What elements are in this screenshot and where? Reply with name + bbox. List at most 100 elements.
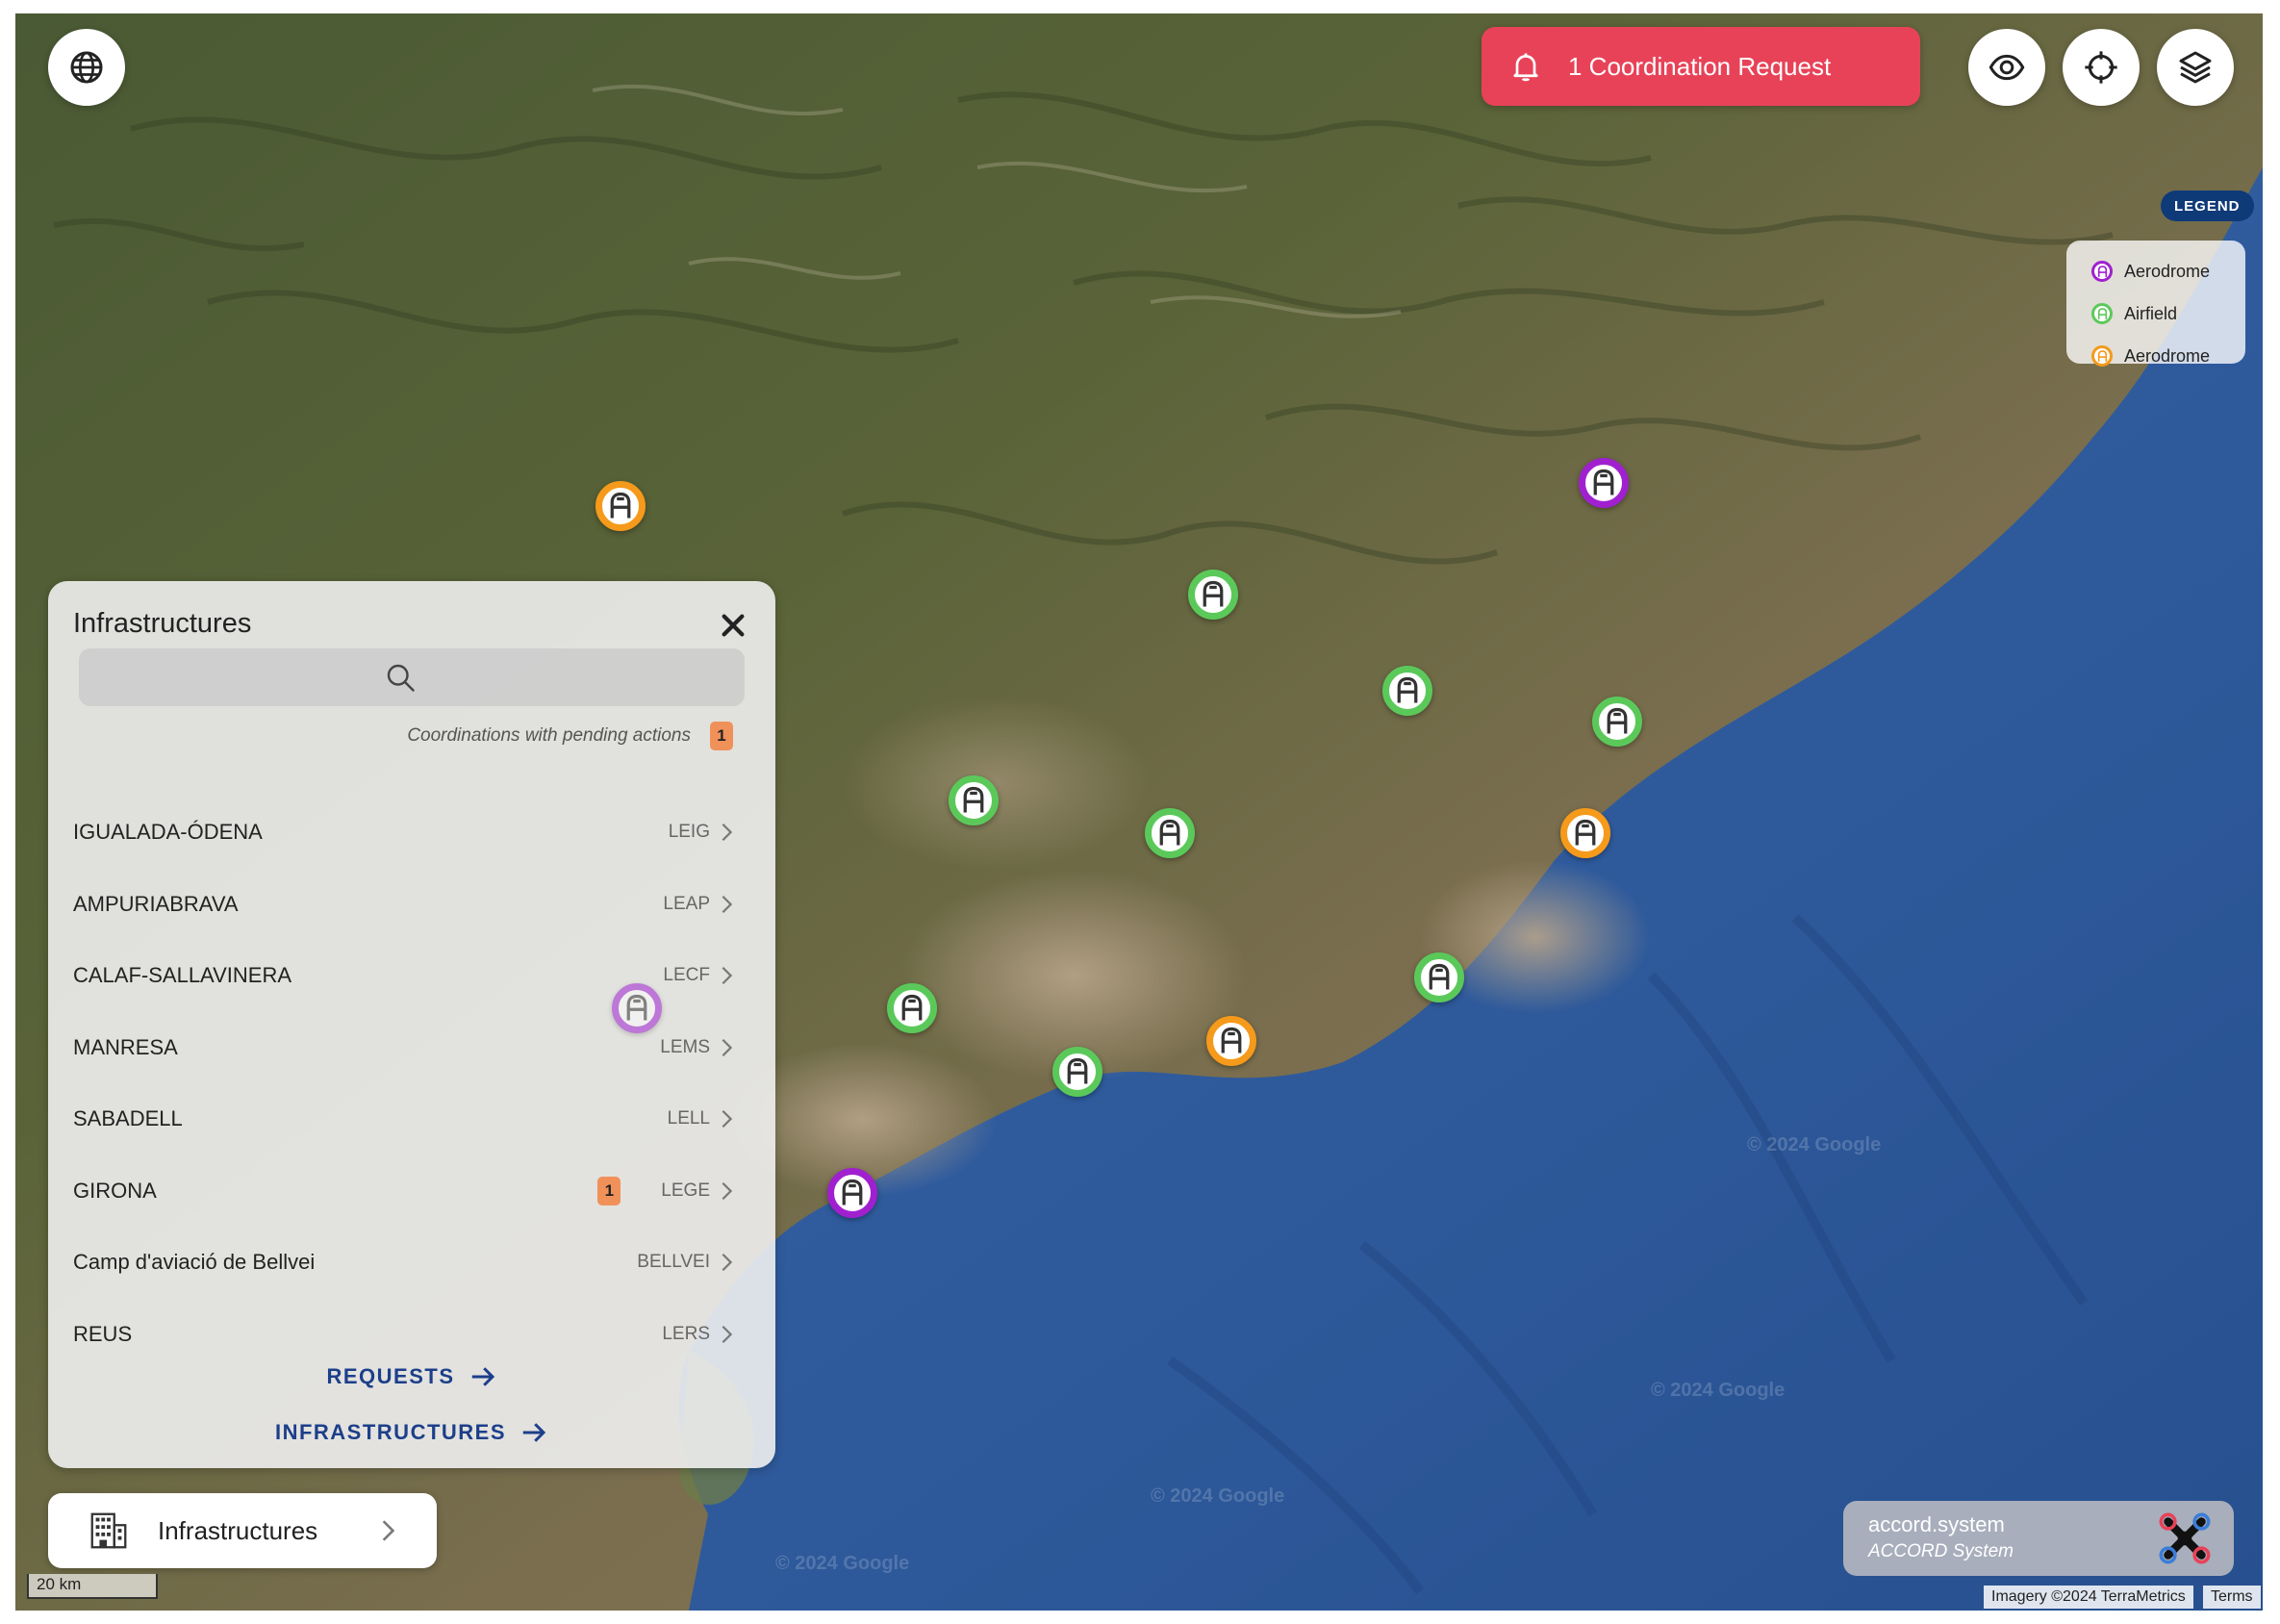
chevron-right-icon (722, 1254, 733, 1272)
aerodrome-marker[interactable] (595, 481, 646, 531)
infrastructure-item[interactable]: IGUALADA-ÓDENA LEIG (48, 797, 775, 869)
airfield-marker[interactable] (949, 775, 999, 825)
airfield-marker[interactable] (1382, 666, 1432, 716)
coordination-request-button[interactable]: 1 Coordination Request (1482, 27, 1920, 106)
airfield-marker[interactable] (1592, 697, 1642, 747)
airfield-a-icon (901, 994, 923, 1021)
legend-label: Aerodrome (2124, 261, 2211, 281)
coordination-request-label: 1 Coordination Request (1568, 51, 1832, 81)
aerodrome-legend-icon (2091, 345, 2113, 367)
crosshair-icon (2085, 51, 2117, 84)
pending-count-badge: 1 (597, 1176, 621, 1205)
map-scale: 20 km (27, 1574, 158, 1599)
infrastructure-code: LELL (667, 1108, 710, 1129)
infrastructure-name: SABADELL (73, 1106, 183, 1131)
legend-tag[interactable]: LEGEND (2161, 190, 2254, 221)
infrastructure-list: IGUALADA-ÓDENA LEIG AMPURIABRAVA LEAP CA… (48, 797, 775, 1370)
layers-button[interactable] (2157, 29, 2234, 106)
airfield-marker[interactable] (1052, 1047, 1102, 1097)
airfield-marker[interactable] (1188, 570, 1238, 620)
layers-icon (2179, 51, 2212, 84)
infrastructure-code: LEAP (663, 893, 710, 914)
infrastructure-item[interactable]: CALAF-SALLAVINERA LECF (48, 940, 775, 1012)
infrastructure-code: LECF (663, 965, 710, 986)
airfield-a-icon (1067, 1057, 1088, 1084)
chevron-right-icon (722, 824, 733, 842)
infrastructure-item[interactable]: Camp d'aviació de Bellvei BELLVEI (48, 1227, 775, 1299)
airfield-a-icon (1159, 819, 1180, 846)
legend-box: Aerodrome Airfield Aerodrome (2066, 241, 2245, 367)
search-icon (387, 664, 415, 692)
locate-button[interactable] (2063, 29, 2140, 106)
pending-actions-row: Coordinations with pending actions 1 (48, 722, 733, 750)
infrastructure-code: LEIG (668, 822, 710, 843)
accord-brand-card: accord.system ACCORD System (1843, 1501, 2234, 1576)
infrastructure-item[interactable]: REUS LERS (48, 1299, 775, 1371)
drone-logo-icon (2159, 1512, 2211, 1564)
chevron-right-icon (722, 1038, 733, 1056)
infrastructure-item[interactable]: AMPURIABRAVA LEAP (48, 869, 775, 941)
aerodrome-marker (612, 983, 662, 1033)
infrastructure-item[interactable]: GIRONA 1 LEGE (48, 1155, 775, 1228)
infrastructure-code: BELLVEI (637, 1252, 710, 1273)
aerodrome-marker[interactable] (1206, 1016, 1256, 1066)
infrastructure-code: LERS (662, 1323, 710, 1344)
aerodrome-legend-icon (2091, 261, 2113, 282)
search-box[interactable] (79, 648, 745, 706)
arrow-right-icon (522, 1423, 546, 1442)
visibility-button[interactable] (1968, 29, 2045, 106)
legend-item: Aerodrome (2091, 250, 2245, 292)
legend-item: Aerodrome (2091, 335, 2245, 377)
infrastructures-panel: Infrastructures Coordinations with pendi… (48, 581, 775, 1468)
infrastructure-name: GIRONA (73, 1178, 157, 1203)
aerodrome-a-icon (610, 492, 631, 519)
infrastructures-button[interactable]: Infrastructures (48, 1493, 437, 1568)
aerodrome-a-icon (1575, 819, 1596, 846)
airfield-marker[interactable] (887, 983, 937, 1033)
chevron-right-icon (722, 1325, 733, 1343)
aerodrome-a-icon (1221, 1027, 1242, 1053)
map-watermark: © 2024 Google (1151, 1485, 1285, 1507)
pending-count-badge: 1 (710, 722, 733, 750)
panel-title: Infrastructures (73, 608, 252, 639)
infrastructure-name: Camp d'aviació de Bellvei (73, 1250, 316, 1275)
chevron-right-icon (722, 895, 733, 913)
aerodrome-marker[interactable] (827, 1168, 877, 1218)
arrow-right-icon (471, 1367, 494, 1386)
airfield-marker[interactable] (1145, 808, 1195, 858)
airfield-marker[interactable] (1414, 952, 1464, 1002)
infrastructures-link[interactable]: INFRASTRUCTURES (48, 1418, 775, 1447)
infrastructure-item[interactable]: SABADELL LELL (48, 1083, 775, 1155)
infrastructures-button-label: Infrastructures (158, 1515, 318, 1545)
airfield-a-icon (963, 786, 984, 813)
infrastructure-item[interactable]: MANRESA LEMS (48, 1012, 775, 1084)
airfield-a-icon (1203, 580, 1224, 607)
infrastructure-code: LEMS (660, 1036, 710, 1057)
chevron-right-icon (722, 1110, 733, 1129)
building-icon (90, 1512, 127, 1549)
airfield-a-icon (1397, 676, 1418, 703)
map-watermark: © 2024 Google (775, 1553, 910, 1574)
close-icon[interactable] (718, 610, 748, 641)
airfield-a-icon (1429, 963, 1450, 990)
airfield-legend-icon (2091, 303, 2113, 324)
infrastructures-link-label: INFRASTRUCTURES (274, 1420, 507, 1444)
aerodrome-a-icon (842, 1179, 863, 1205)
chevron-right-icon (722, 1181, 733, 1200)
legend-label: Airfield (2124, 303, 2178, 323)
requests-link[interactable]: REQUESTS (48, 1362, 775, 1391)
map-watermark: © 2024 Google (1747, 1134, 1882, 1155)
infrastructure-name: AMPURIABRAVA (73, 891, 239, 916)
infrastructure-name: CALAF-SALLAVINERA (73, 963, 292, 988)
globe-button[interactable] (48, 29, 125, 106)
aerodrome-marker[interactable] (1560, 808, 1610, 858)
aerodrome-marker[interactable] (1579, 458, 1629, 508)
bell-icon (1513, 53, 1538, 82)
chevron-right-icon (382, 1520, 395, 1541)
airfield-a-icon (1607, 707, 1628, 734)
aerodrome-a-icon (626, 994, 647, 1021)
eye-icon (1989, 54, 2025, 81)
infrastructure-code: LEGE (661, 1180, 710, 1201)
infrastructure-name: IGUALADA-ÓDENA (73, 820, 263, 845)
terms-link[interactable]: Terms (2203, 1586, 2261, 1609)
